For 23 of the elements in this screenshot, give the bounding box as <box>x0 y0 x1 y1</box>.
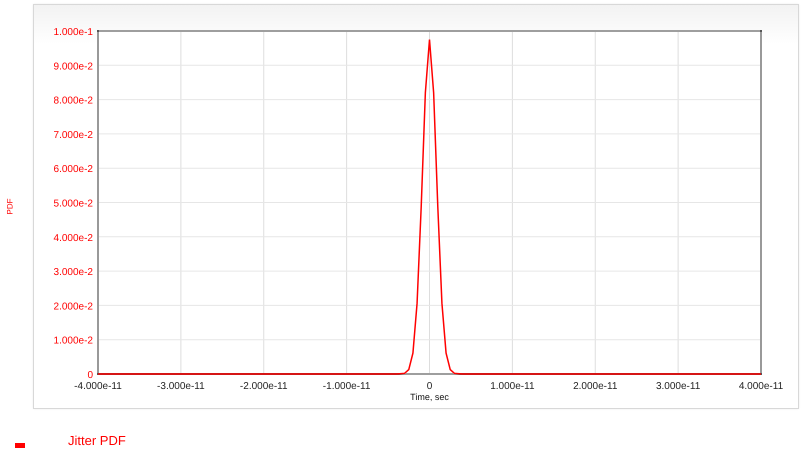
y-tick-label: 0 <box>87 370 93 381</box>
x-tick-label: 2.000e-11 <box>573 381 618 392</box>
axis-title: PDF <box>6 198 14 214</box>
y-tick-label: 8.000e-2 <box>54 96 93 107</box>
x-tick-label: -1.000e-11 <box>322 381 370 392</box>
x-tick-label: 3.000e-11 <box>656 381 700 392</box>
y-tick-label: 7.000e-2 <box>54 130 93 141</box>
y-tick-label: 9.000e-2 <box>54 61 93 72</box>
y-tick-label: 5.000e-2 <box>54 198 93 210</box>
x-tick-label: 4.000e-11 <box>738 381 784 392</box>
y-tick-label: 4.000e-2 <box>54 232 93 244</box>
y-tick-label: 1.000e-2 <box>54 336 93 347</box>
x-tick-label: 0 <box>426 381 432 392</box>
y-tick-label: 3.000e-2 <box>54 267 93 278</box>
axis-title: Time, sec <box>410 392 449 402</box>
x-tick-label: -3.000e-11 <box>157 381 205 392</box>
y-tick-label: 6.000e-2 <box>54 164 93 176</box>
y-tick-label: 1.000e-1 <box>54 27 93 38</box>
x-tick-label: -4.000e-11 <box>74 381 122 392</box>
x-tick-label: -2.000e-11 <box>240 381 288 392</box>
x-tick-label: 1.000e-11 <box>490 381 535 392</box>
y-tick-label: 2.000e-2 <box>54 301 93 312</box>
legend-label[interactable]: Jitter PDF <box>68 433 126 449</box>
